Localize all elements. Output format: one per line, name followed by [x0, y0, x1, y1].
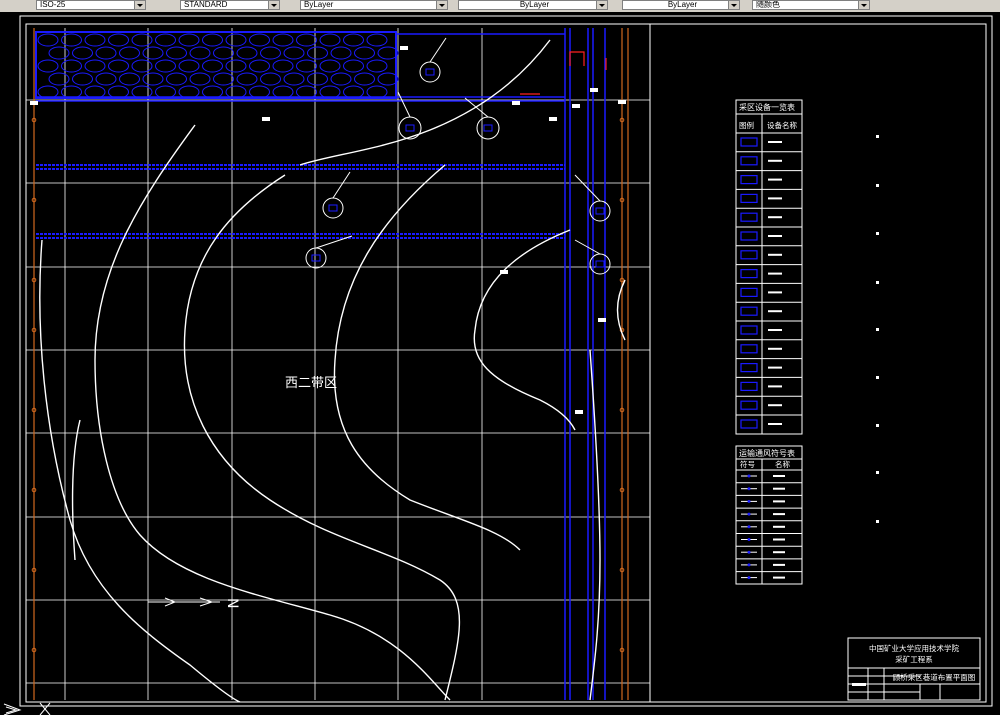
chevron-down-icon[interactable] — [134, 1, 145, 9]
color-value: ByLayer — [304, 0, 334, 9]
title-block-institution: 中国矿业大学应用技术学院 — [869, 643, 959, 653]
plot-style-combo[interactable]: 随颜色 — [752, 0, 870, 10]
title-block-department: 采矿工程系 — [895, 654, 933, 664]
dimension-style-combo[interactable]: ISO-25 — [36, 0, 146, 10]
equipment-header-name: 设备名称 — [767, 120, 797, 130]
chevron-down-icon[interactable] — [268, 1, 279, 9]
north-label: N — [224, 598, 240, 608]
dimension-style-value: ISO-25 — [40, 0, 66, 9]
cad-drawing-canvas[interactable]: 西二带区 N 采区设备一览表 图例 设备名称 运输通风符号表 符号 名称 中国矿… — [0, 12, 1000, 715]
chevron-down-icon[interactable] — [728, 1, 739, 9]
plot-style-value: 随颜色 — [756, 0, 780, 9]
transport-header-symbol: 符号 — [740, 459, 755, 469]
text-style-combo[interactable]: STANDARD — [180, 0, 280, 10]
linetype-value: ByLayer — [519, 0, 550, 9]
equipment-table-title: 采区设备一览表 — [739, 102, 795, 112]
chevron-down-icon[interactable] — [858, 1, 869, 9]
color-combo[interactable]: ByLayer — [300, 0, 448, 10]
title-block-drawing-title: 顾桥采区巷道布置平面图 — [893, 672, 976, 682]
linetype-combo[interactable]: ByLayer — [458, 0, 608, 10]
lineweight-value: ByLayer — [667, 0, 698, 9]
lineweight-combo[interactable]: ByLayer — [622, 0, 740, 10]
chevron-down-icon[interactable] — [596, 1, 607, 9]
equipment-header-legend: 图例 — [739, 120, 754, 130]
transport-table-title: 运输通风符号表 — [739, 448, 795, 458]
chevron-down-icon[interactable] — [436, 1, 447, 9]
transport-header-name: 名称 — [775, 459, 790, 469]
text-style-value: STANDARD — [184, 0, 228, 9]
zone-label: 西二带区 — [285, 376, 337, 391]
